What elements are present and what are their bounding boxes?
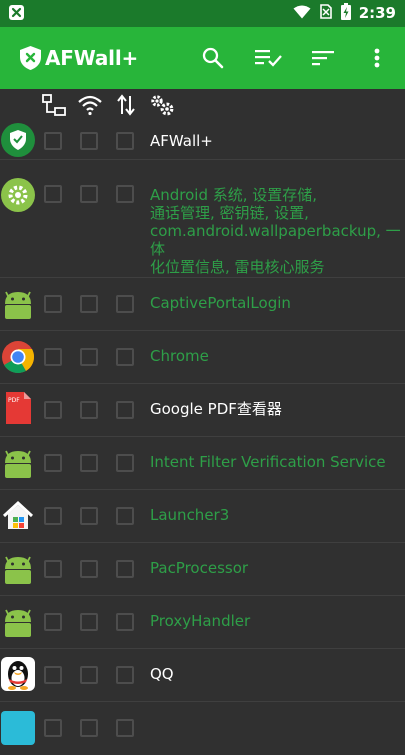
- app-name-line: 化位置信息, 雷电核心服务: [150, 258, 325, 276]
- sort-icon[interactable]: [306, 41, 340, 75]
- list-item[interactable]: CaptivePortalLogin: [0, 278, 405, 331]
- wifi-checkbox[interactable]: [80, 719, 98, 737]
- wifi-icon: [293, 4, 311, 23]
- mobile-data-icon[interactable]: [113, 93, 139, 117]
- wifi-checkbox[interactable]: [80, 613, 98, 631]
- launcher-home-icon: [1, 499, 35, 533]
- wifi-checkbox[interactable]: [80, 295, 98, 313]
- mobile-data-checkbox[interactable]: [116, 666, 134, 684]
- wifi-checkbox[interactable]: [80, 454, 98, 472]
- svg-text:PDF: PDF: [8, 397, 20, 404]
- column-header-row: [0, 89, 405, 122]
- more-vert-icon[interactable]: [360, 41, 394, 75]
- settings-icon[interactable]: [149, 93, 175, 117]
- wifi-checkbox[interactable]: [80, 560, 98, 578]
- wifi-checkbox[interactable]: [80, 185, 98, 203]
- wifi-checkbox[interactable]: [80, 666, 98, 684]
- lan-icon[interactable]: [41, 93, 67, 117]
- mobile-data-checkbox[interactable]: [116, 719, 134, 737]
- select-all-icon[interactable]: [252, 41, 286, 75]
- app-title: AFWall+: [45, 46, 139, 70]
- app-name-line: 通话管理, 密钥链, 设置,: [150, 204, 309, 222]
- app-name: Launcher3: [150, 506, 230, 524]
- list-item[interactable]: ProxyHandler: [0, 596, 405, 649]
- lan-checkbox[interactable]: [44, 560, 62, 578]
- lan-checkbox[interactable]: [44, 454, 62, 472]
- mobile-data-checkbox[interactable]: [116, 348, 134, 366]
- list-item[interactable]: Intent Filter Verification Service: [0, 437, 405, 490]
- app-name: CaptivePortalLogin: [150, 294, 291, 312]
- lan-checkbox[interactable]: [44, 132, 62, 150]
- app-name: AFWall+: [150, 132, 213, 150]
- app-name-line: Android 系统, 设置存储,: [150, 186, 318, 204]
- mobile-data-checkbox[interactable]: [116, 613, 134, 631]
- list-item[interactable]: AFWall+: [0, 122, 405, 160]
- qq-penguin-icon: [1, 657, 35, 691]
- list-item[interactable]: [0, 702, 405, 755]
- android-robot-icon: [1, 604, 35, 638]
- chrome-icon: [1, 340, 35, 374]
- search-icon[interactable]: [196, 41, 230, 75]
- mobile-data-checkbox[interactable]: [116, 185, 134, 203]
- list-item[interactable]: Launcher3: [0, 490, 405, 543]
- app-name-line: com.android.wallpaperbackup, 一体: [150, 222, 401, 258]
- lan-checkbox[interactable]: [44, 507, 62, 525]
- status-time: 2:39: [358, 4, 396, 22]
- mobile-data-checkbox[interactable]: [116, 454, 134, 472]
- wifi-checkbox[interactable]: [80, 507, 98, 525]
- lan-checkbox[interactable]: [44, 719, 62, 737]
- list-item[interactable]: PDF Google PDF查看器: [0, 384, 405, 437]
- wifi-checkbox[interactable]: [80, 348, 98, 366]
- mobile-data-checkbox[interactable]: [116, 507, 134, 525]
- lan-checkbox[interactable]: [44, 613, 62, 631]
- wifi-checkbox[interactable]: [80, 132, 98, 150]
- app-name: Google PDF查看器: [150, 400, 282, 418]
- status-bar: 2:39: [0, 0, 405, 27]
- no-sim-icon: [319, 4, 333, 23]
- app-name: PacProcessor: [150, 559, 249, 577]
- lan-checkbox[interactable]: [44, 666, 62, 684]
- lan-checkbox[interactable]: [44, 295, 62, 313]
- list-item[interactable]: Chrome: [0, 331, 405, 384]
- android-robot-icon: [1, 445, 35, 479]
- pdf-viewer-icon: PDF: [1, 391, 35, 425]
- afwall-shield-logo: [20, 46, 41, 70]
- app-bar: AFWall+: [0, 27, 405, 89]
- list-item[interactable]: Android 系统, 设置存储, 通话管理, 密钥链, 设置, com.and…: [0, 160, 405, 278]
- wifi-icon[interactable]: [77, 93, 103, 117]
- lan-checkbox[interactable]: [44, 401, 62, 419]
- mobile-data-checkbox[interactable]: [116, 295, 134, 313]
- mobile-data-checkbox[interactable]: [116, 560, 134, 578]
- android-settings-icon: [1, 178, 35, 212]
- app-name: Android 系统, 设置存储, 通话管理, 密钥链, 设置, com.and…: [150, 186, 402, 276]
- app-name: Intent Filter Verification Service: [150, 453, 386, 471]
- android-robot-icon: [1, 286, 35, 320]
- afwall-notification-icon: [9, 5, 24, 20]
- list-item[interactable]: QQ: [0, 649, 405, 702]
- wifi-checkbox[interactable]: [80, 401, 98, 419]
- android-robot-icon: [1, 551, 35, 585]
- partial-app-icon: [1, 711, 35, 745]
- app-name: ProxyHandler: [150, 612, 251, 630]
- lan-checkbox[interactable]: [44, 185, 62, 203]
- mobile-data-checkbox[interactable]: [116, 132, 134, 150]
- mobile-data-checkbox[interactable]: [116, 401, 134, 419]
- lan-checkbox[interactable]: [44, 348, 62, 366]
- afwall-app-icon: [1, 123, 35, 157]
- battery-charging-icon: [340, 3, 351, 24]
- app-name: Chrome: [150, 347, 209, 365]
- list-item[interactable]: PacProcessor: [0, 543, 405, 596]
- app-name: QQ: [150, 665, 174, 683]
